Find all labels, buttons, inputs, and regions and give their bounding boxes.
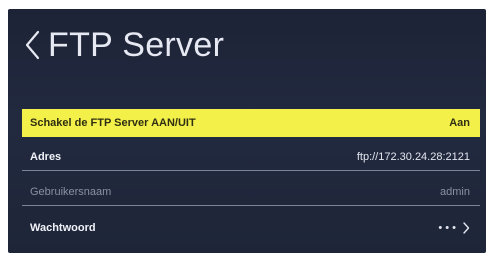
password-row[interactable]: Wachtwoord • • •: [22, 214, 480, 241]
address-label: Adres: [30, 151, 62, 163]
chevron-left-icon[interactable]: [20, 25, 46, 65]
username-value: admin: [440, 186, 470, 198]
page-header: FTP Server: [20, 23, 224, 67]
password-label: Wachtwoord: [30, 221, 96, 234]
address-row[interactable]: Adres ftp://172.30.24.28:2121: [22, 144, 480, 171]
username-row: Gebruikersnaam admin: [22, 179, 480, 206]
tv-settings-panel: FTP Server Schakel de FTP Server AAN/UIT…: [8, 9, 486, 253]
ftp-toggle-row[interactable]: Schakel de FTP Server AAN/UIT Aan: [22, 109, 480, 137]
screen: FTP Server Schakel de FTP Server AAN/UIT…: [0, 0, 494, 262]
page-title: FTP Server: [48, 25, 225, 64]
password-value-group: • • •: [438, 222, 470, 234]
chevron-right-icon[interactable]: [462, 221, 470, 234]
settings-list: Schakel de FTP Server AAN/UIT Aan Adres …: [22, 109, 480, 249]
ftp-toggle-value: Aan: [449, 117, 470, 129]
ftp-toggle-label: Schakel de FTP Server AAN/UIT: [30, 117, 196, 129]
address-value: ftp://172.30.24.28:2121: [356, 151, 470, 163]
username-label: Gebruikersnaam: [30, 186, 112, 198]
password-value: • • •: [438, 221, 456, 234]
